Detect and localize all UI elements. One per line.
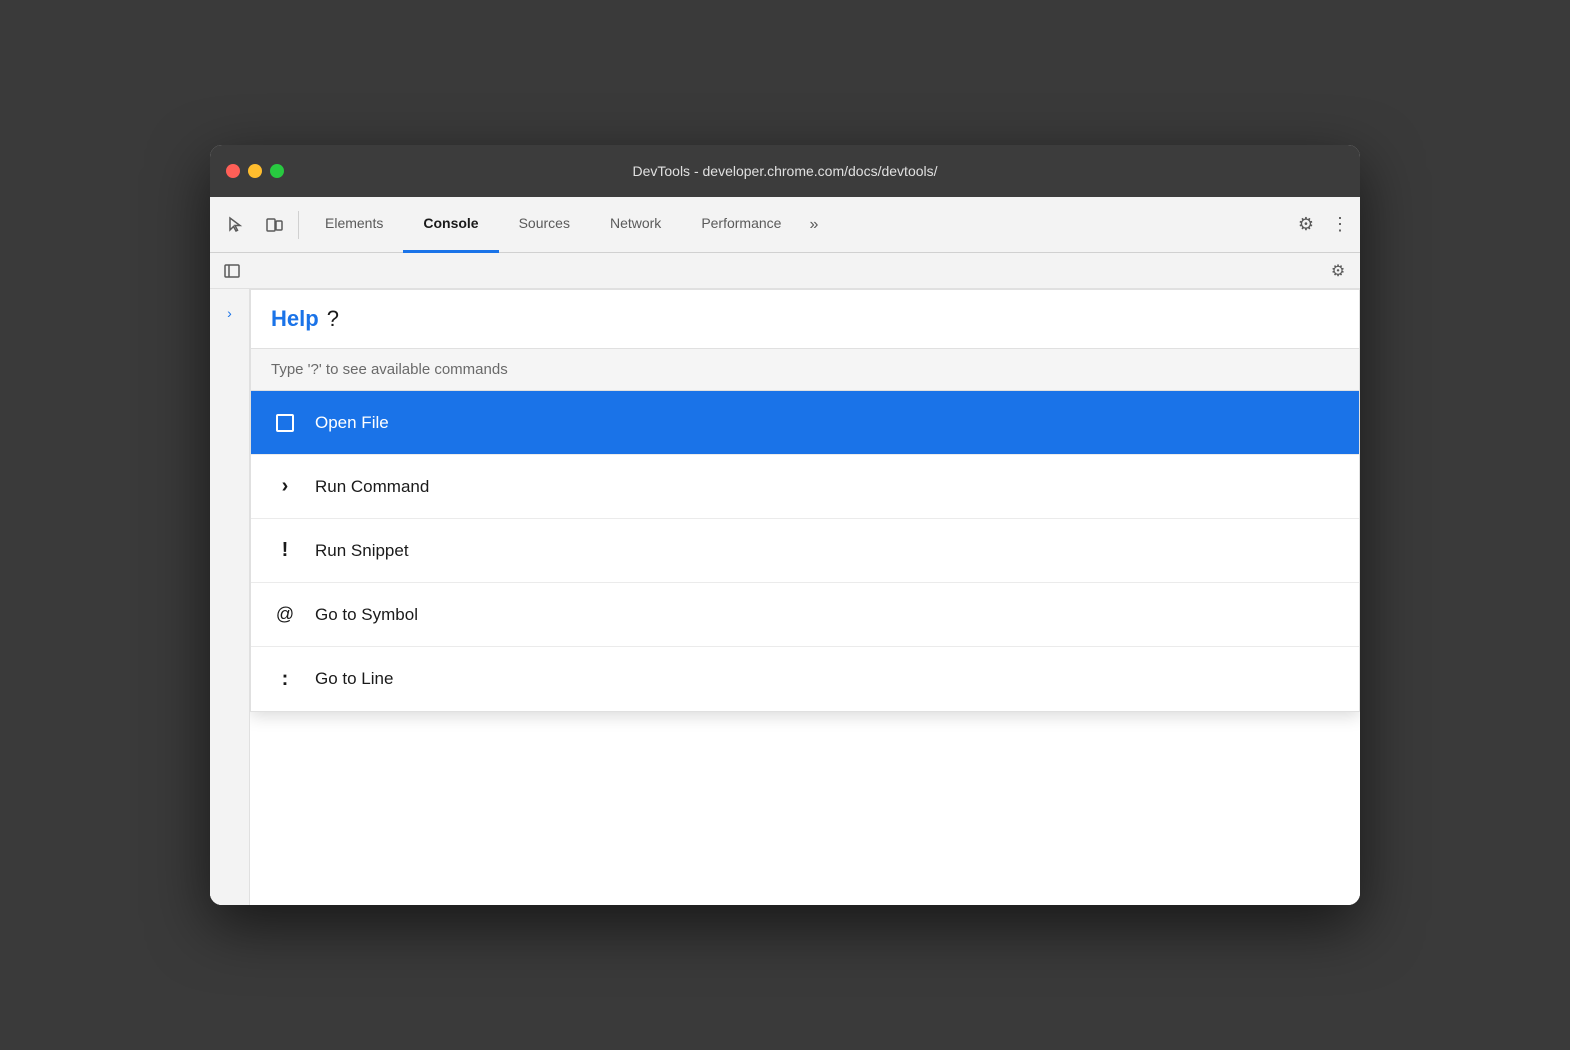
command-item-run-snippet[interactable]: ! Run Snippet xyxy=(251,519,1359,583)
devtools-body: › Help Type '?' to see available command… xyxy=(210,289,1360,905)
open-file-icon xyxy=(271,414,299,432)
gear-icon: ⚙ xyxy=(1298,214,1314,235)
command-item-go-to-symbol[interactable]: @ Go to Symbol xyxy=(251,583,1359,647)
go-to-symbol-label: Go to Symbol xyxy=(315,605,418,625)
cursor-icon xyxy=(227,216,245,234)
help-label: Help xyxy=(271,306,319,332)
secondary-gear-icon[interactable]: ⚙ xyxy=(1324,257,1352,285)
tab-list: Elements Console Sources Network Perform… xyxy=(305,197,1286,253)
run-command-icon: › xyxy=(271,475,299,498)
tab-sources[interactable]: Sources xyxy=(499,197,590,253)
toolbar-right: ⚙ ⋮ xyxy=(1288,207,1352,243)
tab-elements[interactable]: Elements xyxy=(305,197,403,253)
window-title: DevTools - developer.chrome.com/docs/dev… xyxy=(632,163,937,179)
more-options-button[interactable]: ⋮ xyxy=(1328,207,1352,243)
run-command-label: Run Command xyxy=(315,477,429,497)
main-content: Help Type '?' to see available commands xyxy=(250,289,1360,905)
settings-button[interactable]: ⚙ xyxy=(1288,207,1324,243)
command-input[interactable] xyxy=(327,306,1339,332)
sidebar-toggle-icon xyxy=(218,257,246,285)
run-snippet-label: Run Snippet xyxy=(315,541,409,561)
minimize-button[interactable] xyxy=(248,164,262,178)
command-item-open-file[interactable]: Open File xyxy=(251,391,1359,455)
window-controls xyxy=(226,164,284,178)
command-palette-header: Help xyxy=(251,290,1359,349)
titlebar: DevTools - developer.chrome.com/docs/dev… xyxy=(210,145,1360,197)
expand-arrow[interactable]: › xyxy=(227,305,232,321)
more-vert-icon: ⋮ xyxy=(1331,214,1349,235)
tab-network[interactable]: Network xyxy=(590,197,681,253)
go-to-symbol-icon: @ xyxy=(271,604,299,625)
toolbar-divider xyxy=(298,211,299,239)
run-snippet-icon: ! xyxy=(271,539,299,562)
go-to-line-icon: : xyxy=(271,668,299,691)
command-item-run-command[interactable]: › Run Command xyxy=(251,455,1359,519)
command-list: Open File › Run Command ! Run Snippet xyxy=(251,391,1359,711)
inspect-element-button[interactable] xyxy=(218,207,254,243)
device-toolbar-button[interactable] xyxy=(256,207,292,243)
command-item-go-to-line[interactable]: : Go to Line xyxy=(251,647,1359,711)
command-palette: Help Type '?' to see available commands xyxy=(250,289,1360,712)
device-icon xyxy=(265,216,283,234)
tab-console[interactable]: Console xyxy=(403,197,498,253)
more-tabs-button[interactable]: » xyxy=(801,207,826,243)
maximize-button[interactable] xyxy=(270,164,284,178)
hint-bar: Type '?' to see available commands xyxy=(251,349,1359,391)
go-to-line-label: Go to Line xyxy=(315,669,393,689)
main-toolbar: Elements Console Sources Network Perform… xyxy=(210,197,1360,253)
left-sidebar: › xyxy=(210,289,250,905)
devtools-container: Elements Console Sources Network Perform… xyxy=(210,197,1360,905)
close-button[interactable] xyxy=(226,164,240,178)
open-file-label: Open File xyxy=(315,413,389,433)
secondary-toolbar: ⚙ xyxy=(210,253,1360,289)
tab-performance[interactable]: Performance xyxy=(681,197,801,253)
devtools-window: DevTools - developer.chrome.com/docs/dev… xyxy=(210,145,1360,905)
